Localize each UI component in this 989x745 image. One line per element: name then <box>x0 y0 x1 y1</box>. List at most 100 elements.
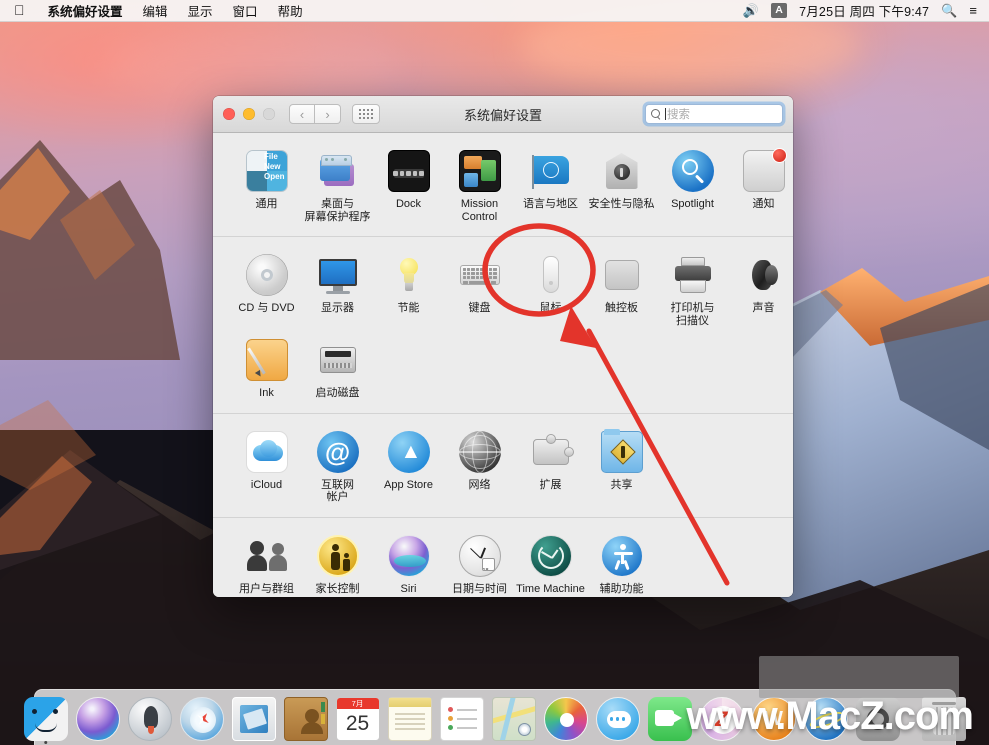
date-time-icon: 18 <box>459 535 501 577</box>
preference-panes-body: FileNewOpen 通用 桌面与 屏幕保护程序 Dock <box>213 133 793 597</box>
pref-pane-sound[interactable]: 声音 <box>728 250 793 331</box>
pref-label: 安全性与隐私 <box>589 198 655 211</box>
pref-pane-parental-controls[interactable]: 家长控制 <box>302 531 373 598</box>
time-machine-icon <box>530 535 572 577</box>
navigation-buttons: ‹ › <box>289 104 341 124</box>
pref-pane-dock[interactable]: Dock <box>373 146 444 227</box>
dock-item-calendar[interactable]: 7月 25 <box>336 697 380 741</box>
forward-button[interactable]: › <box>315 104 341 124</box>
dock-item-maps[interactable] <box>492 697 536 741</box>
pref-pane-ink[interactable]: Ink <box>231 335 302 404</box>
pref-label: iCloud <box>251 479 282 492</box>
pref-label: 启动磁盘 <box>316 387 360 400</box>
pref-pane-language-region[interactable]: 语言与地区 <box>515 146 586 227</box>
pref-pane-keyboard[interactable]: 键盘 <box>444 250 515 331</box>
search-input[interactable]: 搜索 <box>645 104 783 124</box>
menu-item-view[interactable]: 显示 <box>178 1 223 20</box>
pref-pane-trackpad[interactable]: 触控板 <box>586 250 657 331</box>
input-source-indicator[interactable]: A <box>771 3 787 18</box>
menu-bar-clock[interactable]: 7月25日 周四 下午9:47 <box>799 1 929 20</box>
dock-item-finder[interactable] <box>24 697 68 741</box>
back-button[interactable]: ‹ <box>289 104 315 124</box>
pref-pane-security-privacy[interactable]: 安全性与隐私 <box>586 146 657 227</box>
pref-pane-users-groups[interactable]: 用户与群组 <box>231 531 302 598</box>
pref-pane-displays[interactable]: 显示器 <box>302 250 373 331</box>
pref-pane-desktop-screensaver[interactable]: 桌面与 屏幕保护程序 <box>302 146 373 227</box>
pref-pane-mission-control[interactable]: Mission Control <box>444 146 515 227</box>
pref-label: 互联网 帐户 <box>321 479 354 504</box>
pref-label: Ink <box>259 387 274 400</box>
apple-logo-icon[interactable]:  <box>0 3 38 17</box>
sound-icon <box>743 254 785 296</box>
menu-item-edit[interactable]: 编辑 <box>133 1 178 20</box>
pref-label: 家长控制 <box>316 583 360 596</box>
pref-pane-general[interactable]: FileNewOpen 通用 <box>231 146 302 227</box>
pref-pane-spotlight[interactable]: Spotlight <box>657 146 728 227</box>
cd-dvd-icon <box>246 254 288 296</box>
menu-item-help[interactable]: 帮助 <box>268 1 313 20</box>
icloud-icon <box>246 431 288 473</box>
pane-grid: CD 与 DVD 显示器 节能 <box>213 250 793 404</box>
pref-pane-extensions[interactable]: 扩展 <box>515 427 586 508</box>
pref-pane-date-time[interactable]: 18 日期与时间 <box>444 531 515 598</box>
dock-item-contacts[interactable] <box>284 697 328 741</box>
sharing-icon <box>601 431 643 473</box>
grid-dots <box>359 109 373 119</box>
pref-pane-notifications[interactable]: 通知 <box>728 146 793 227</box>
pref-pane-energy-saver[interactable]: 节能 <box>373 250 444 331</box>
volume-icon[interactable]: 🔊 <box>743 3 759 19</box>
dock-item-photos[interactable] <box>544 697 588 741</box>
pref-label: 节能 <box>398 302 420 315</box>
dock-item-mail[interactable] <box>232 697 276 741</box>
pref-pane-network[interactable]: 网络 <box>444 427 515 508</box>
pref-label: Siri <box>401 583 417 596</box>
pref-label: 触控板 <box>605 302 638 315</box>
displays-icon <box>317 254 359 296</box>
pref-pane-startup-disk[interactable]: 启动磁盘 <box>302 335 373 404</box>
mouse-icon <box>530 254 572 296</box>
pref-pane-siri[interactable]: Siri <box>373 531 444 598</box>
pref-label: 键盘 <box>469 302 491 315</box>
watermark-backdrop <box>759 656 959 698</box>
pref-pane-app-store[interactable]: ▲ App Store <box>373 427 444 508</box>
dock-item-notes[interactable] <box>388 697 432 741</box>
pref-pane-internet-accounts[interactable]: @ 互联网 帐户 <box>302 427 373 508</box>
pane-section-internet: iCloud @ 互联网 帐户 ▲ App Store <box>213 413 793 517</box>
search-placeholder: 搜索 <box>667 106 690 122</box>
dock-item-reminders[interactable] <box>440 697 484 741</box>
dock-item-launchpad[interactable] <box>128 697 172 741</box>
pref-pane-icloud[interactable]: iCloud <box>231 427 302 508</box>
search-field-wrapper: 搜索 <box>645 104 783 124</box>
close-button[interactable] <box>223 108 235 120</box>
dock-item-siri[interactable] <box>76 697 120 741</box>
dock-item-messages[interactable] <box>596 697 640 741</box>
dock-item-facetime[interactable] <box>648 697 692 741</box>
mission-control-icon <box>459 150 501 192</box>
pref-pane-accessibility[interactable]: 辅助功能 <box>586 531 657 598</box>
pane-grid: FileNewOpen 通用 桌面与 屏幕保护程序 Dock <box>213 146 793 227</box>
notification-center-icon[interactable]: ≡ <box>969 4 977 17</box>
search-icon <box>651 109 662 120</box>
dock-item-safari[interactable] <box>180 697 224 741</box>
minimize-button[interactable] <box>243 108 255 120</box>
pref-pane-cd-dvd[interactable]: CD 与 DVD <box>231 250 302 331</box>
spotlight-icon <box>672 150 714 192</box>
show-all-grid-icon[interactable] <box>352 104 380 124</box>
pref-label: 显示器 <box>321 302 354 315</box>
site-watermark: www.MacZ.com <box>686 694 973 739</box>
spotlight-search-icon[interactable]: 🔍 <box>941 3 957 19</box>
pref-label: 桌面与 屏幕保护程序 <box>305 198 371 223</box>
system-preferences-window: ‹ › 系统偏好设置 搜索 FileNewOpen <box>213 96 793 597</box>
pref-pane-mouse[interactable]: 鼠标 <box>515 250 586 331</box>
energy-saver-icon <box>388 254 430 296</box>
zoom-button[interactable] <box>263 108 275 120</box>
pref-pane-time-machine[interactable]: Time Machine <box>515 531 586 598</box>
pref-pane-sharing[interactable]: 共享 <box>586 427 657 508</box>
menu-item-app-name[interactable]: 系统偏好设置 <box>38 1 133 20</box>
window-titlebar[interactable]: ‹ › 系统偏好设置 搜索 <box>213 96 793 133</box>
trackpad-icon <box>601 254 643 296</box>
menu-item-window[interactable]: 窗口 <box>223 1 268 20</box>
security-privacy-icon <box>601 150 643 192</box>
pref-pane-printers-scanners[interactable]: 打印机与 扫描仪 <box>657 250 728 331</box>
internet-accounts-icon: @ <box>317 431 359 473</box>
